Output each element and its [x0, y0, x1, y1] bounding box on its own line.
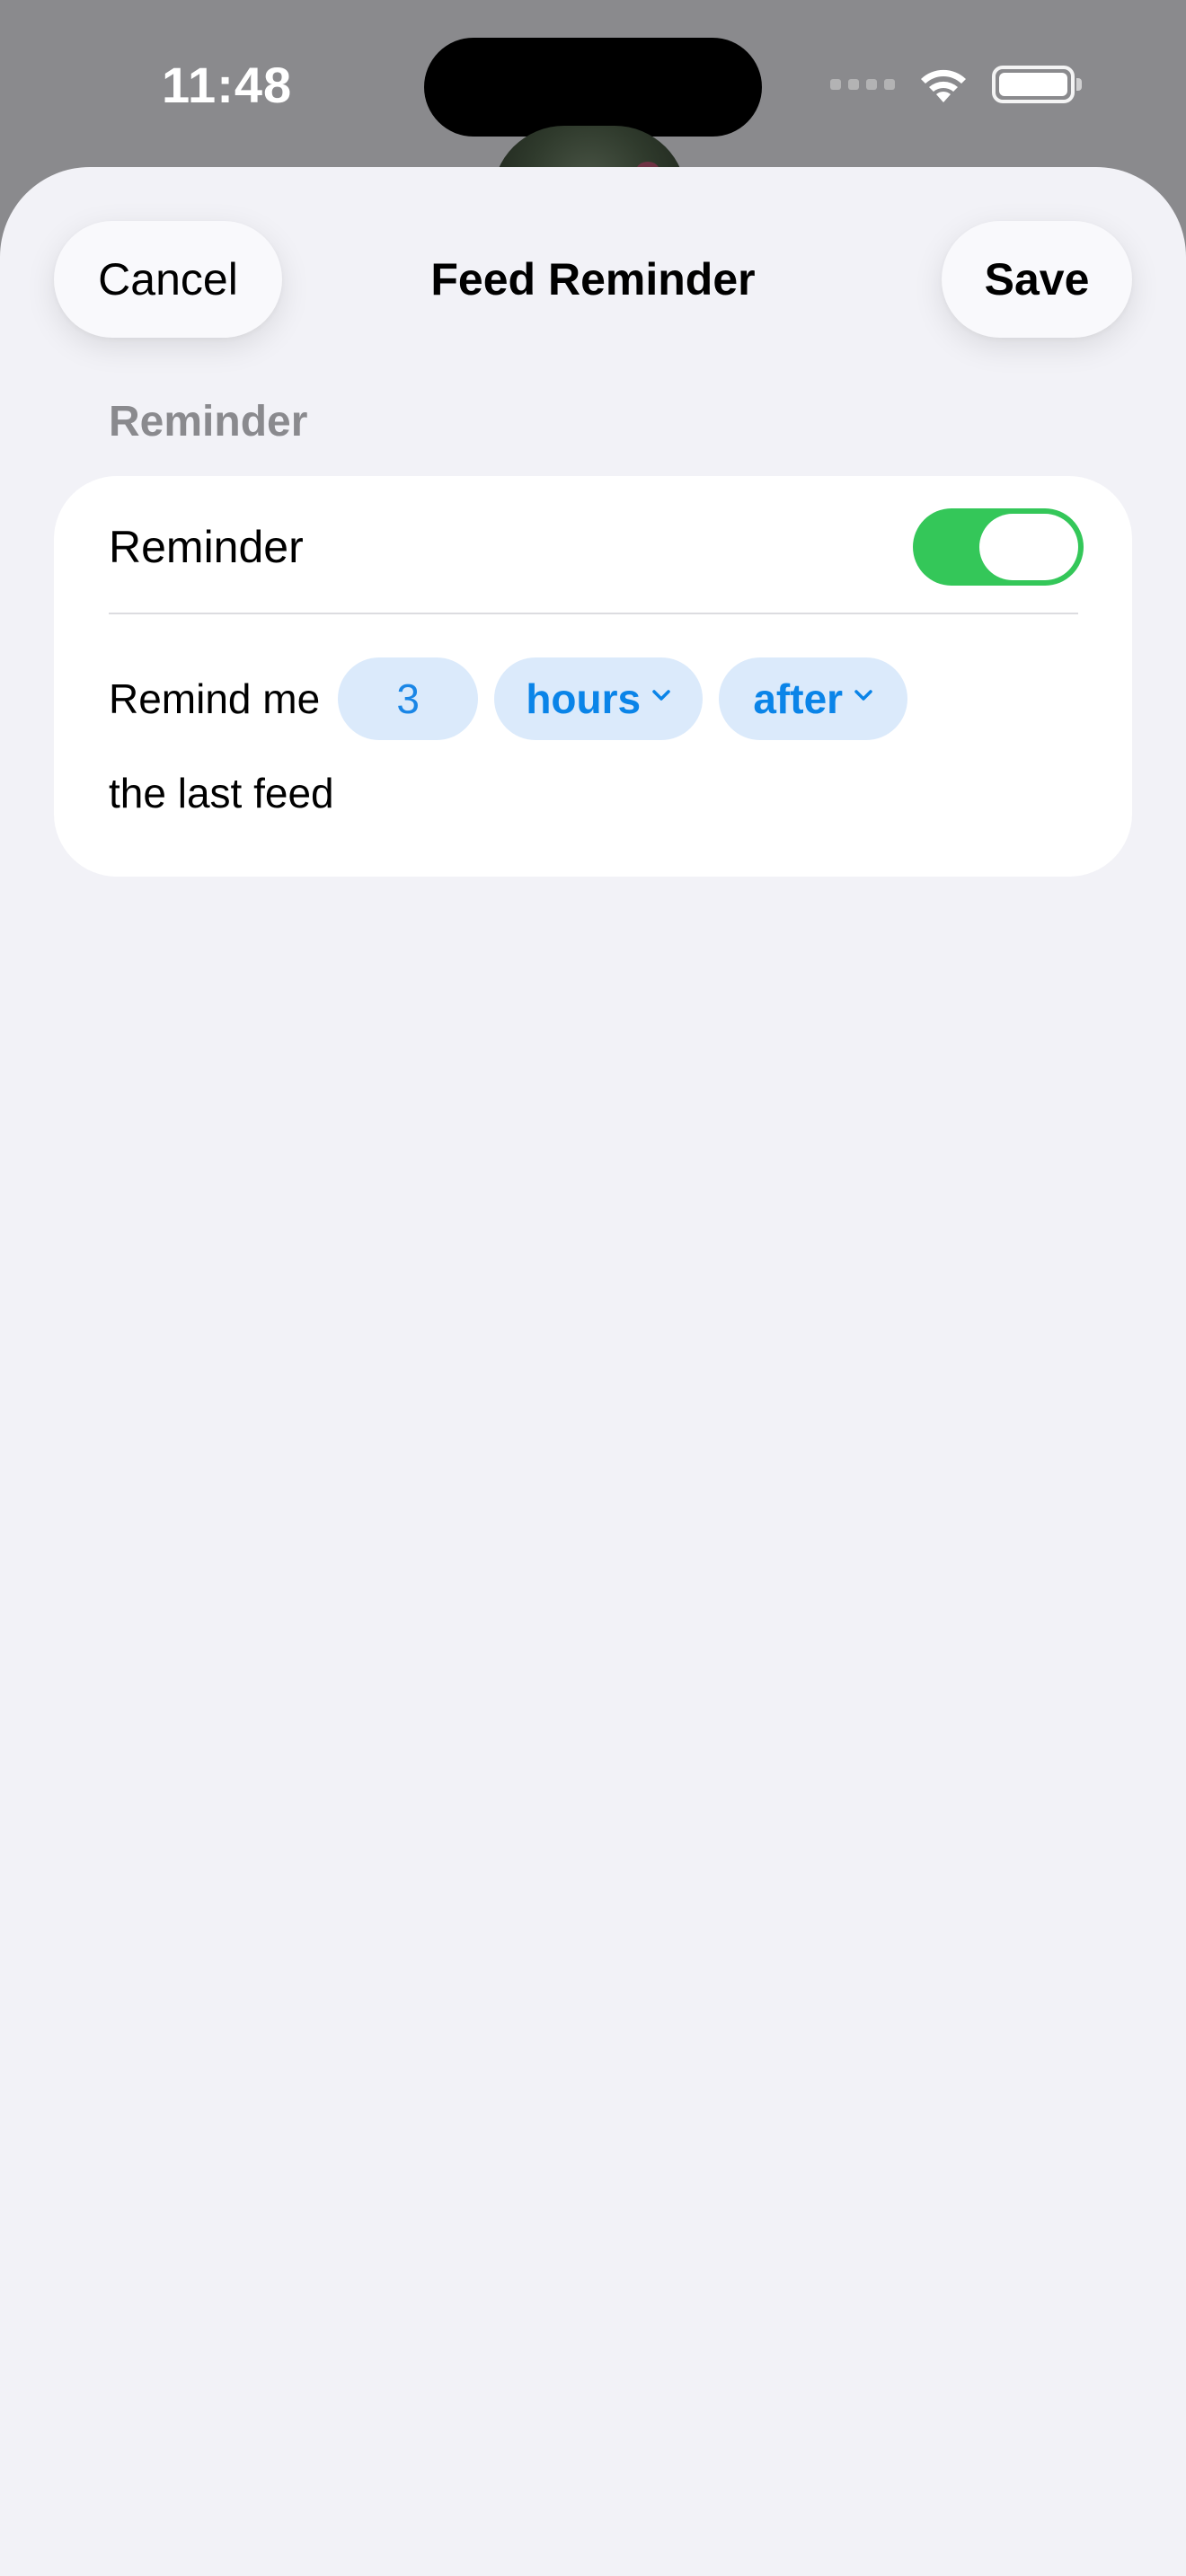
reminder-label: Reminder: [109, 522, 304, 572]
toggle-knob: [979, 514, 1078, 580]
battery-icon: [992, 66, 1082, 103]
dynamic-island: [424, 38, 762, 137]
unit-value: hours: [526, 675, 642, 722]
section-header: Reminder: [109, 398, 308, 446]
cancel-button[interactable]: Cancel: [54, 221, 282, 338]
schedule-row: Remind me 3 hours after: [109, 656, 924, 742]
remind-me-label: Remind me: [109, 675, 321, 722]
amount-field[interactable]: 3: [338, 657, 479, 740]
last-feed-label: the last feed: [109, 770, 334, 816]
reminder-card: Reminder Remind me 3 hours after the las…: [54, 476, 1132, 877]
chevron-down-icon: [854, 690, 872, 701]
divider: [109, 613, 1078, 614]
status-bar: 11:48: [0, 0, 1186, 198]
status-icons: [830, 65, 1082, 104]
chevron-down-icon: [652, 690, 670, 701]
amount-value: 3: [396, 675, 420, 722]
relation-picker[interactable]: after: [719, 657, 908, 740]
reminder-toggle[interactable]: [913, 508, 1084, 586]
reminder-toggle-row: Reminder: [109, 476, 1084, 618]
save-button[interactable]: Save: [942, 221, 1132, 338]
wifi-icon: [921, 69, 966, 102]
unit-picker[interactable]: hours: [494, 657, 704, 740]
status-time: 11:48: [162, 57, 293, 113]
feed-reminder-sheet: Cancel Feed Reminder Save Reminder Remin…: [0, 167, 1186, 2576]
cellular-signal-icon: [830, 79, 895, 90]
relation-value: after: [753, 675, 844, 722]
